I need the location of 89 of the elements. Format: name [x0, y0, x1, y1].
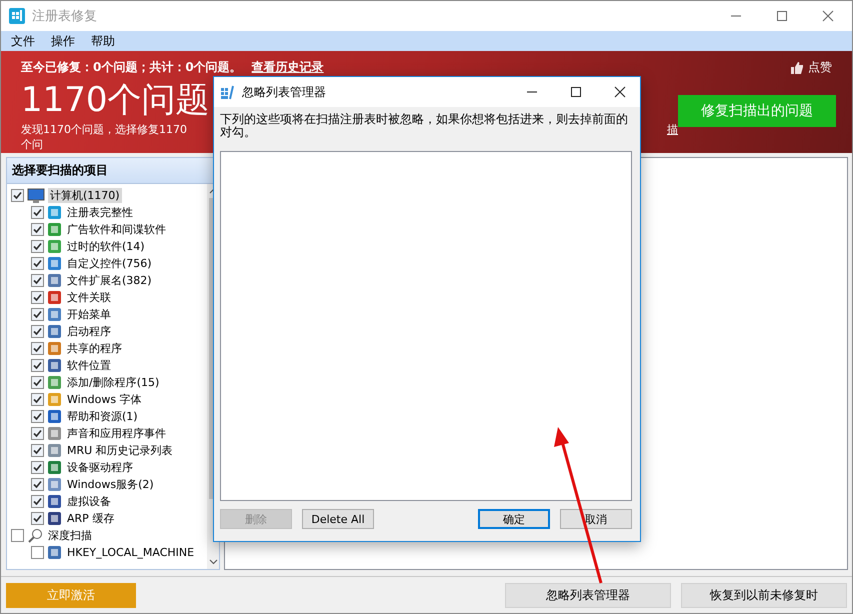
tree-item[interactable]: Windows服务(2) [65, 477, 156, 492]
scan-link[interactable]: 描 [667, 122, 678, 152]
checkbox[interactable] [31, 478, 44, 491]
tree-item[interactable]: 声音和应用程序事件 [65, 426, 168, 441]
detail-text: 发现1170个问题，选择修复1170个问 [21, 122, 188, 152]
tree-item[interactable]: 启动程序 [65, 324, 113, 339]
monitor-icon [27, 188, 45, 204]
checkbox[interactable] [11, 529, 24, 542]
tile-icon [47, 256, 62, 271]
dialog-message: 下列的这些项将在扫描注册表时被忽略，如果你想将包括进来，则去掉前面的对勾。 [220, 113, 629, 139]
checkbox[interactable] [31, 274, 44, 287]
tree-item[interactable]: 注册表完整性 [65, 205, 135, 220]
checkbox[interactable] [31, 461, 44, 474]
tile-icon [47, 392, 62, 407]
tile-icon [47, 205, 62, 220]
window-title: 注册表修复 [32, 8, 97, 25]
checkbox[interactable] [31, 444, 44, 457]
summary-text: 至今已修复：0个问题；共计：0个问题。 [21, 59, 242, 76]
tile-icon [47, 222, 62, 237]
checkbox[interactable] [31, 257, 44, 270]
menu-item[interactable]: 帮助 [83, 32, 123, 50]
tile-icon [47, 477, 62, 492]
tree-item[interactable]: 软件位置 [65, 358, 113, 373]
tile-icon [47, 324, 62, 339]
checkbox[interactable] [31, 359, 44, 372]
magnifier-icon [27, 528, 43, 544]
tree-item[interactable]: HKEY_LOCAL_MACHINE [65, 546, 196, 559]
tree-item[interactable]: 帮助和资源(1) [65, 409, 140, 424]
checkbox[interactable] [31, 546, 44, 559]
checkbox[interactable] [31, 342, 44, 355]
tile-icon [47, 443, 62, 458]
checkbox[interactable] [31, 427, 44, 440]
tile-icon [47, 494, 62, 509]
tile-icon [47, 426, 62, 441]
tree-item[interactable]: 自定义控件(756) [65, 256, 154, 271]
tree-item[interactable]: 设备驱动程序 [65, 460, 135, 475]
tree-item[interactable]: 过时的软件(14) [65, 239, 147, 254]
menu-item[interactable]: 文件 [3, 32, 43, 50]
tile-icon [47, 375, 62, 390]
tile-icon [47, 460, 62, 475]
checkbox[interactable] [31, 308, 44, 321]
maximize-icon[interactable] [570, 86, 582, 98]
tree-item[interactable]: MRU 和历史记录列表 [65, 443, 175, 458]
close-icon[interactable] [614, 86, 626, 98]
menu-item[interactable]: 操作 [43, 32, 83, 50]
tile-icon [47, 307, 62, 322]
checkbox[interactable] [31, 512, 44, 525]
tree-item[interactable]: 开始菜单 [65, 307, 113, 322]
tree-item[interactable]: Windows 字体 [65, 392, 144, 407]
thumbs-up-icon[interactable] [790, 60, 804, 74]
checkbox[interactable] [11, 189, 24, 202]
dialog-button[interactable]: 取消 [560, 509, 632, 529]
history-link[interactable]: 查看历史记录 [252, 59, 324, 76]
tree-item[interactable]: 共享的程序 [65, 341, 124, 356]
checkbox[interactable] [31, 410, 44, 423]
checkbox[interactable] [31, 223, 44, 236]
footer-button[interactable]: 忽略列表管理器 [505, 582, 671, 608]
tree-item[interactable]: ARP 缓存 [65, 511, 116, 526]
tile-icon [47, 239, 62, 254]
tile-icon [47, 511, 62, 526]
tile-icon [47, 273, 62, 288]
tile-icon [47, 545, 62, 560]
tree-item[interactable]: 文件扩展名(382) [65, 273, 154, 288]
checkbox[interactable] [31, 291, 44, 304]
issue-count: 1170个问题 [21, 79, 210, 122]
scroll-down-icon[interactable] [208, 559, 218, 565]
checkbox[interactable] [31, 325, 44, 338]
tree-item[interactable]: 虚拟设备 [65, 494, 113, 509]
tile-icon [47, 290, 62, 305]
grid-icon [9, 8, 25, 24]
tree-item[interactable]: 文件关联 [65, 290, 113, 305]
footer-button[interactable]: 恢复到以前未修复时 [681, 582, 847, 608]
checkbox[interactable] [31, 393, 44, 406]
tree-item[interactable]: 深度扫描 [46, 528, 94, 543]
like-label[interactable]: 点赞 [808, 59, 832, 76]
tree-item[interactable]: 计算机(1170) [48, 188, 122, 203]
checkbox[interactable] [31, 495, 44, 508]
dialog-title: 忽略列表管理器 [242, 84, 326, 100]
checkbox[interactable] [31, 240, 44, 253]
checkbox[interactable] [31, 206, 44, 219]
tree-item[interactable]: 广告软件和间谍软件 [65, 222, 168, 237]
grid-icon [220, 84, 236, 100]
tile-icon [47, 358, 62, 373]
tree-item[interactable]: 添加/删除程序(15) [65, 375, 162, 390]
dialog-button[interactable]: Delete All [302, 509, 374, 529]
dialog-button[interactable]: 确定 [478, 509, 550, 529]
checkbox[interactable] [31, 376, 44, 389]
tile-icon [47, 409, 62, 424]
tile-icon [47, 341, 62, 356]
